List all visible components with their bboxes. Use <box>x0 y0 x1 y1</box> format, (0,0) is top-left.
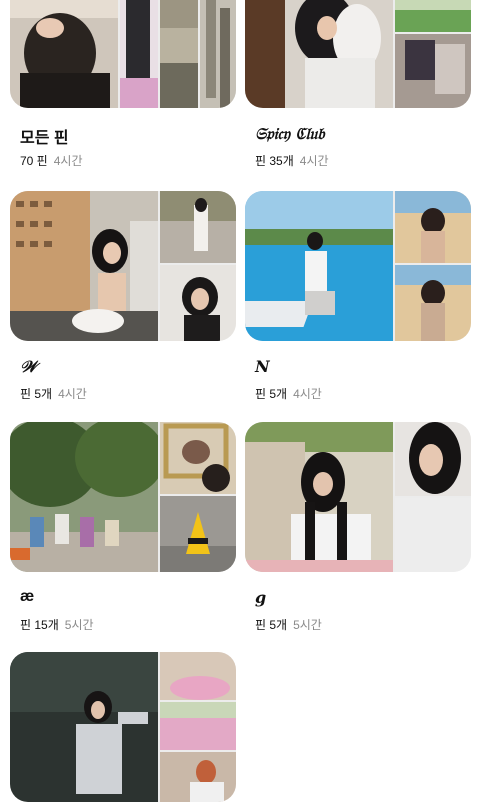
board-w[interactable]: 𝒲 핀 5개 4시간 <box>10 191 236 401</box>
pin-count: 핀 15개 <box>20 618 59 632</box>
cover-photo <box>160 496 236 572</box>
board-meta: 핀 35개 4시간 <box>255 152 329 169</box>
board-n[interactable]: 𝑵 핀 5개 4시간 <box>245 191 471 401</box>
board-cover[interactable] <box>245 191 471 341</box>
board-g[interactable]: 𝒈 핀 5개 5시간 <box>245 422 471 632</box>
board-title: 𝒲 <box>20 357 37 376</box>
cover-photo <box>395 265 471 341</box>
cover-photo-empty <box>395 498 471 572</box>
board-meta: 70 핀 4시간 <box>20 152 83 169</box>
board-meta: 핀 5개 5시간 <box>255 616 322 633</box>
cover-photo <box>160 0 198 108</box>
cover-photo <box>395 0 471 32</box>
cover-photo <box>160 702 236 750</box>
cover-photo <box>10 422 158 572</box>
pin-count: 핀 5개 <box>20 387 53 401</box>
cover-photo <box>10 0 118 108</box>
board-title: 𝔖𝔭𝔦𝔠𝔶 ℭ𝔩𝔲𝔟 <box>255 124 325 143</box>
board-cover[interactable] <box>10 422 236 572</box>
cover-photo <box>160 652 236 700</box>
cover-photo <box>160 422 236 494</box>
cover-photo <box>160 191 236 263</box>
board-meta: 핀 5개 4시간 <box>255 385 322 402</box>
board-title: 𝑵 <box>255 357 270 376</box>
pin-count: 핀 35개 <box>255 154 294 168</box>
last-updated: 4시간 <box>58 387 87 401</box>
last-updated: 4시간 <box>53 154 83 168</box>
board-7[interactable] <box>10 652 236 802</box>
board-cover[interactable] <box>10 191 236 341</box>
cover-photo <box>200 0 236 108</box>
board-all-pins[interactable]: 모든 핀 70 핀 4시간 <box>10 0 236 168</box>
board-spicy-club[interactable]: 𝔖𝔭𝔦𝔠𝔶 ℭ𝔩𝔲𝔟 핀 35개 4시간 <box>245 0 471 168</box>
cover-photo <box>395 191 471 263</box>
pin-count: 핀 5개 <box>255 387 288 401</box>
last-updated: 5시간 <box>293 618 322 632</box>
cover-photo <box>10 652 158 802</box>
last-updated: 4시간 <box>299 154 329 168</box>
board-cover[interactable] <box>10 0 236 108</box>
cover-photo <box>160 265 236 341</box>
cover-photo <box>10 191 158 341</box>
cover-photo <box>395 422 471 496</box>
board-meta: 핀 5개 4시간 <box>20 385 87 402</box>
board-title: 모든 핀 <box>20 130 69 147</box>
cover-photo <box>160 752 236 802</box>
cover-photo <box>245 422 393 572</box>
pin-count: 핀 5개 <box>255 618 288 632</box>
last-updated: 5시간 <box>64 618 94 632</box>
board-meta: 핀 15개 5시간 <box>20 616 94 633</box>
board-title: 𝒈 <box>255 588 267 607</box>
board-title: æ <box>20 588 35 605</box>
cover-photo <box>120 0 158 108</box>
board-ae[interactable]: æ 핀 15개 5시간 <box>10 422 236 632</box>
pin-count: 70 핀 <box>20 154 48 168</box>
last-updated: 4시간 <box>293 387 322 401</box>
cover-photo <box>245 0 393 108</box>
cover-photo <box>395 34 471 108</box>
board-cover[interactable] <box>10 652 236 802</box>
board-cover[interactable] <box>245 422 471 572</box>
cover-photo <box>245 191 393 341</box>
board-cover[interactable] <box>245 0 471 108</box>
